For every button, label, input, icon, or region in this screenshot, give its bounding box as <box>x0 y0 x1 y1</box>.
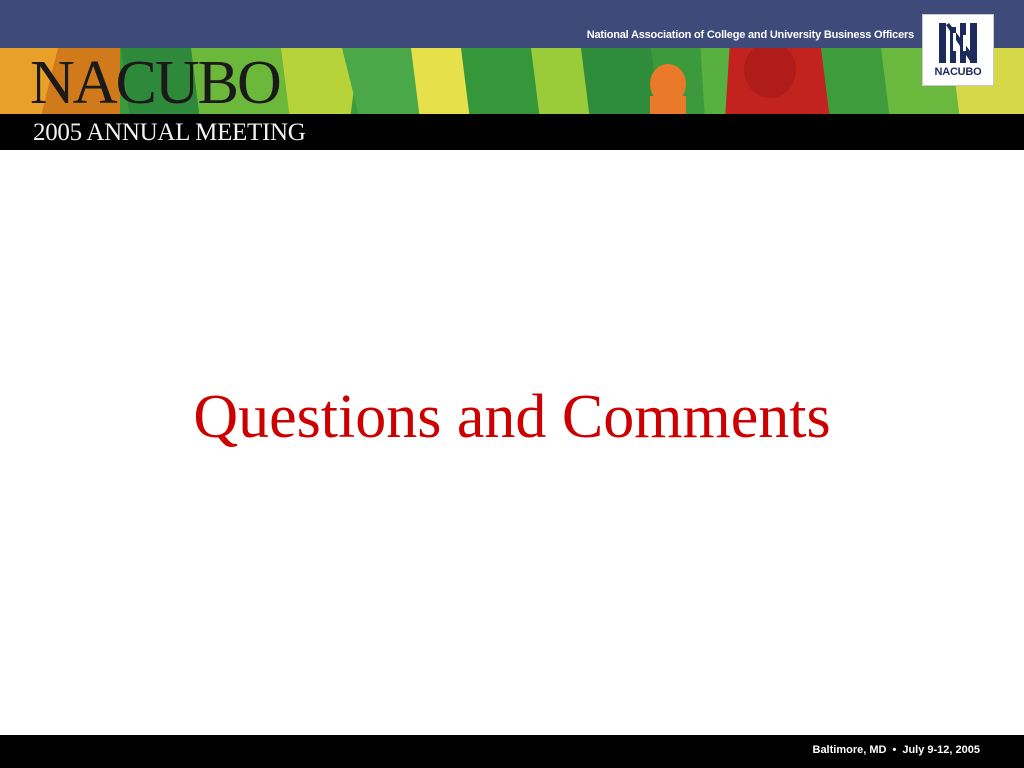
footer-bullet: • <box>892 744 897 756</box>
logo-text: NACUBO <box>934 66 982 78</box>
event-title: NACUBO <box>30 49 282 117</box>
event-subtitle: 2005 ANNUAL MEETING <box>33 119 306 146</box>
footer-dates: July 9-12, 2005 <box>902 744 980 756</box>
footer-bar: Baltimore, MD • July 9-12, 2005 <box>0 735 1024 768</box>
footer-location: Baltimore, MD <box>812 744 887 756</box>
header-banner: National Association of College and Univ… <box>0 0 1024 150</box>
nacubo-logo: NACUBO <box>922 14 994 86</box>
slide: National Association of College and Univ… <box>0 0 1024 768</box>
footer-info: Baltimore, MD • July 9-12, 2005 <box>813 744 981 756</box>
logo-mark-icon <box>939 23 977 63</box>
organization-name: National Association of College and Univ… <box>586 29 914 41</box>
slide-heading: Questions and Comments <box>193 383 831 451</box>
